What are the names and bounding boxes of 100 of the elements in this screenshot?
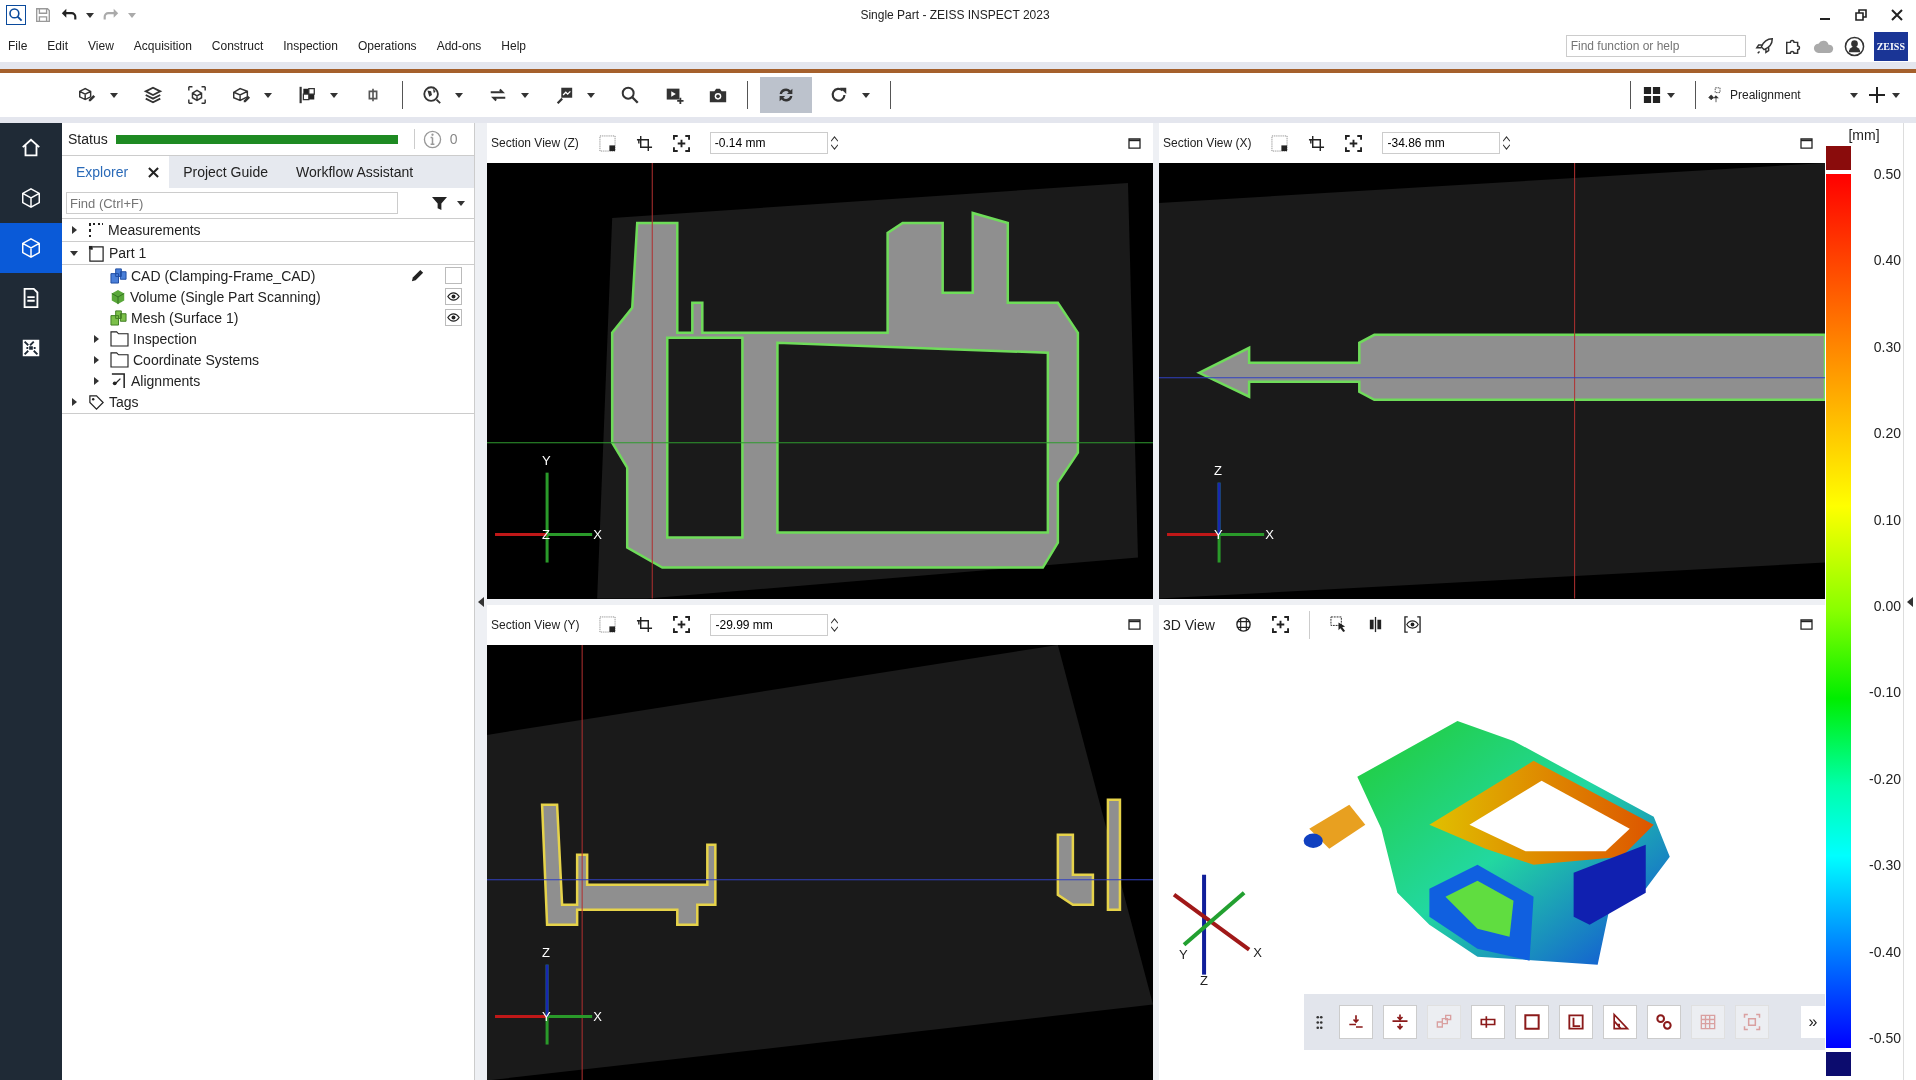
menu-item[interactable]: Operations (357, 39, 417, 53)
spin-arrows-icon[interactable] (831, 617, 839, 632)
panel-tab[interactable]: Project Guide (169, 156, 282, 188)
maximize-icon[interactable] (1128, 619, 1141, 630)
square-icon (1522, 1012, 1542, 1032)
panel-tab[interactable]: Explorer (62, 156, 170, 188)
dotted-square-icon[interactable] (1271, 134, 1289, 152)
fit-view-icon[interactable] (672, 134, 690, 152)
drag-handle-icon[interactable] (1316, 1014, 1323, 1030)
grid-icon[interactable] (1234, 616, 1252, 633)
menu-item[interactable]: File (8, 39, 28, 53)
crop-icon[interactable] (1308, 134, 1326, 152)
tree-item[interactable]: Measurements (108, 222, 201, 238)
select-area-icon[interactable] (1329, 616, 1347, 633)
find-field[interactable]: Find (Ctrl+F) (66, 192, 398, 214)
caret-icon[interactable] (521, 92, 529, 98)
rocket-icon[interactable] (1754, 36, 1775, 56)
tool-button[interactable] (1647, 1005, 1681, 1039)
maximize-icon[interactable] (1128, 137, 1141, 149)
user-icon[interactable] (1843, 35, 1865, 57)
pencil-icon[interactable] (410, 268, 425, 283)
caret-icon[interactable] (110, 92, 118, 98)
collapse-left-icon[interactable] (478, 596, 484, 607)
expand-arrow-icon[interactable] (92, 355, 100, 364)
fit-view-icon[interactable] (673, 616, 691, 633)
fit-view-icon[interactable] (1345, 134, 1363, 152)
caret-icon[interactable] (330, 92, 338, 98)
tree-item[interactable]: Mesh (Surface 1) (131, 309, 239, 326)
dotted-corner-icon (88, 222, 104, 238)
fit-view-icon[interactable] (1271, 616, 1289, 633)
section-offset-field[interactable]: -34.86 mm (1382, 132, 1501, 154)
dotted-square-icon[interactable] (598, 134, 616, 152)
plus-icon[interactable] (1868, 86, 1886, 104)
info-icon[interactable] (422, 129, 442, 149)
tool-button[interactable] (1559, 1005, 1593, 1039)
menu-item[interactable]: Edit (47, 39, 69, 53)
collapse-arrow-icon[interactable] (70, 249, 78, 257)
tree-item[interactable]: CAD (Clamping-Frame_CAD) (131, 267, 316, 284)
expand-arrow-icon[interactable] (70, 226, 78, 234)
spin-arrows-icon[interactable] (1503, 136, 1511, 150)
tree-item[interactable]: Part 1 (109, 245, 147, 261)
visibility-toggle[interactable] (445, 309, 462, 326)
axis-label: Y (1179, 946, 1188, 962)
caret-icon[interactable] (1667, 92, 1675, 98)
menu-item[interactable]: Inspection (283, 39, 338, 53)
collapse-right-icon[interactable] (1907, 596, 1913, 607)
crop-icon[interactable] (635, 134, 653, 152)
maximize-icon[interactable] (1800, 619, 1813, 630)
tool-button[interactable] (1515, 1005, 1549, 1039)
caret-icon[interactable] (457, 200, 465, 206)
visibility-toggle[interactable] (445, 267, 462, 284)
spin-arrows-icon[interactable] (830, 136, 838, 150)
caret-icon[interactable] (264, 92, 272, 98)
app-button[interactable] (6, 5, 26, 25)
tree-item[interactable]: Alignments (131, 372, 201, 389)
menu-item[interactable]: Construct (211, 39, 264, 53)
expand-arrow-icon[interactable] (92, 376, 100, 385)
menu-item[interactable]: Help (501, 39, 526, 53)
scale-tick-label: -0.50 (1868, 1029, 1901, 1046)
tree-item[interactable]: Coordinate Systems (133, 351, 260, 368)
overflow-swatch (1826, 146, 1851, 170)
close-icon[interactable] (1890, 8, 1904, 22)
dotted-square-icon[interactable] (599, 616, 617, 633)
caret-icon[interactable] (86, 12, 94, 18)
filter-icon[interactable] (432, 195, 447, 211)
caret-icon[interactable] (862, 92, 870, 98)
caret-icon[interactable] (587, 92, 595, 98)
tag-icon (88, 393, 105, 411)
tool-button[interactable] (1339, 1005, 1373, 1039)
tool-button[interactable] (1471, 1005, 1505, 1039)
tree-item[interactable]: Volume (Single Part Scanning) (130, 288, 321, 305)
layout-grid-icon[interactable] (1643, 86, 1661, 104)
panel-tab[interactable]: Workflow Assistant (281, 156, 428, 188)
caret-icon[interactable] (455, 92, 463, 98)
restore-icon[interactable] (1854, 8, 1868, 22)
visibility-toggle[interactable] (445, 288, 462, 305)
toolbar-button[interactable] (760, 77, 812, 113)
close-icon[interactable] (148, 166, 160, 178)
menu-item[interactable]: View (88, 39, 114, 53)
search-field[interactable]: Find function or help (1565, 35, 1746, 57)
expand-arrow-icon[interactable] (70, 398, 78, 406)
scale-tick-label: 0.40 (1872, 252, 1901, 269)
eye-frame-icon[interactable] (1403, 616, 1421, 633)
view-title: Section View (X) (1163, 136, 1252, 150)
menu-item[interactable]: Acquisition (133, 39, 192, 53)
tree-item[interactable]: Tags (109, 394, 139, 410)
tool-button[interactable] (1383, 1005, 1417, 1039)
menu-item[interactable]: Add-ons (436, 39, 482, 53)
section-offset-field[interactable]: -0.14 mm (709, 132, 828, 154)
alignment-dropdown[interactable]: Prealignment (1708, 87, 1858, 103)
save-icon[interactable] (34, 6, 52, 24)
expand-arrow-icon[interactable] (92, 334, 100, 343)
section-offset-field[interactable]: -29.99 mm (710, 613, 829, 636)
tool-button[interactable] (1603, 1005, 1637, 1039)
maximize-icon[interactable] (1800, 137, 1813, 149)
scale-tick-label: -0.10 (1868, 684, 1901, 701)
crop-icon[interactable] (636, 616, 654, 633)
caret-icon[interactable] (1892, 92, 1900, 98)
more-button[interactable]: » (1801, 1006, 1825, 1038)
tree-item[interactable]: Inspection (133, 330, 197, 347)
